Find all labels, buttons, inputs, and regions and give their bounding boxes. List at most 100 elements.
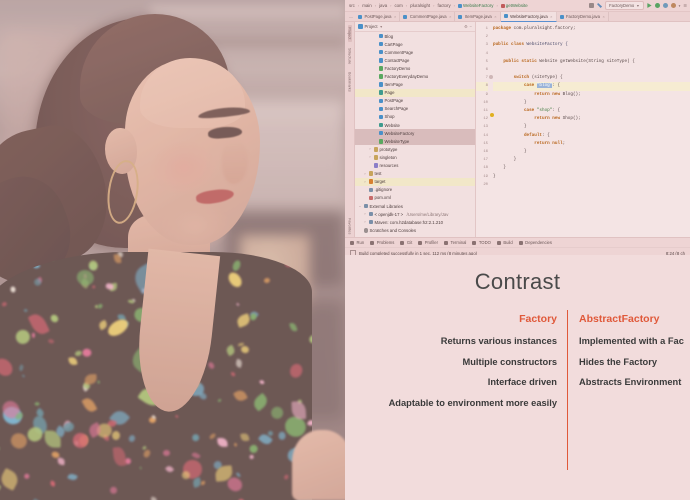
tree-item[interactable]: Shop bbox=[355, 113, 475, 121]
code-line[interactable]: } bbox=[493, 164, 690, 172]
bottom-tab-problems[interactable]: Problems bbox=[370, 240, 394, 245]
tree-item[interactable]: resources bbox=[355, 162, 475, 170]
collapse-icon[interactable]: − bbox=[470, 24, 472, 29]
bottom-tab-dependencies[interactable]: Dependencies bbox=[518, 240, 552, 245]
run-icon[interactable] bbox=[647, 3, 652, 8]
tree-item[interactable]: › test bbox=[355, 170, 475, 178]
menu-icon[interactable]: ☰ bbox=[683, 3, 687, 8]
tree-item[interactable]: › singleton bbox=[355, 153, 475, 161]
code-line[interactable]: } bbox=[493, 156, 690, 164]
code-line[interactable]: public class WebsiteFactory { bbox=[493, 41, 690, 49]
breadcrumb-item-com[interactable]: com bbox=[393, 3, 403, 8]
tool-tab-favorites[interactable]: Favorites bbox=[348, 216, 352, 237]
close-icon[interactable]: × bbox=[602, 14, 604, 19]
bottom-tool-tabs[interactable]: Run Problems Git Profiler Terminal TODO Build D… bbox=[345, 238, 690, 247]
editor-tab-postpage[interactable]: PostPage.java × bbox=[355, 12, 401, 21]
tree-item[interactable]: Blog bbox=[355, 32, 475, 40]
editor-tab-commentpage[interactable]: CommentPage.java × bbox=[400, 12, 456, 21]
tree-item[interactable]: CartPage bbox=[355, 40, 475, 48]
bottom-tab-todo[interactable]: TODO bbox=[472, 240, 491, 245]
bottom-tab-profiler[interactable]: Profiler bbox=[418, 240, 438, 245]
code-content[interactable]: package com.pluralsight.factory; public … bbox=[490, 22, 690, 237]
editor-tab-bar[interactable]: — PostPage.java × CommentPage.java × ItemPage… bbox=[345, 11, 690, 22]
breadcrumb-item-websitefactory[interactable]: WebsiteFactory bbox=[457, 3, 494, 8]
tree-item[interactable]: Page bbox=[355, 88, 475, 97]
tool-tab-project[interactable]: Project bbox=[347, 25, 352, 42]
project-tree[interactable]: Blog CartPage CommentPage ContactPage Factor… bbox=[355, 32, 475, 234]
chevron-right-icon[interactable]: › bbox=[363, 212, 367, 216]
chevron-right-icon[interactable]: › bbox=[368, 147, 372, 151]
breadcrumb[interactable]: src › main › java › com › pluralsight › factory › We… bbox=[348, 3, 529, 8]
tree-item[interactable]: ContactPage bbox=[355, 56, 475, 64]
editor-tab-factorydemo[interactable]: FactoryDemo.java × bbox=[557, 12, 609, 21]
code-line[interactable]: } bbox=[493, 123, 690, 131]
tree-item[interactable]: ItemPage bbox=[355, 81, 475, 89]
bottom-tab-build[interactable]: Build bbox=[496, 240, 513, 245]
tree-item[interactable]: pom.xml bbox=[355, 194, 475, 202]
breadcrumb-item-factory[interactable]: factory bbox=[436, 3, 451, 8]
gutter-run-marker-icon[interactable] bbox=[489, 75, 493, 79]
breadcrumb-item-main[interactable]: main bbox=[361, 3, 373, 8]
code-line[interactable]: case "blog": { bbox=[493, 82, 690, 91]
tool-tab-structure[interactable]: Structure bbox=[348, 46, 352, 66]
tree-item[interactable]: PostPage bbox=[355, 97, 475, 105]
tree-item[interactable]: FactoryEverydayDemo bbox=[355, 72, 475, 80]
tool-window-rail[interactable]: Project Structure Bookmarks Favorites bbox=[345, 22, 355, 237]
tree-item[interactable]: › Maven: com.h2database:h2:2.1.210 bbox=[355, 218, 475, 226]
tree-item[interactable]: Scratches and Consoles bbox=[355, 226, 475, 234]
code-editor[interactable]: 1 2 3 4 5 6 7 8 9 10 11 12 13 14 15 16 17 18 19 20 package … bbox=[476, 22, 690, 237]
chevron-right-icon[interactable]: › bbox=[363, 180, 367, 184]
code-line[interactable]: return new Shop(); bbox=[493, 115, 690, 123]
chevron-right-icon[interactable]: › bbox=[363, 220, 367, 224]
code-line[interactable]: switch (siteType) { bbox=[493, 74, 690, 82]
tree-item[interactable]: › prototype bbox=[355, 145, 475, 153]
tree-item[interactable]: › < openjdk-17 >/Users/me/Library/Jav bbox=[355, 210, 475, 218]
code-line[interactable]: default: { bbox=[493, 132, 690, 140]
code-line[interactable]: } bbox=[493, 148, 690, 156]
code-line[interactable]: } bbox=[493, 99, 690, 107]
coverage-icon[interactable] bbox=[662, 3, 668, 8]
chevron-right-icon[interactable]: › bbox=[363, 172, 367, 176]
settings-icon[interactable]: ⚙ bbox=[464, 24, 468, 29]
tool-tab-bookmarks[interactable]: Bookmarks bbox=[348, 70, 352, 94]
code-line[interactable]: return new Blog(); bbox=[493, 91, 690, 99]
breadcrumb-item-src[interactable]: src bbox=[348, 3, 356, 8]
tree-item[interactable]: .gitignore bbox=[355, 186, 475, 194]
breadcrumb-item-pluralsight[interactable]: pluralsight bbox=[409, 3, 431, 8]
bottom-tab-git[interactable]: Git bbox=[400, 240, 412, 245]
wrench-icon[interactable] bbox=[597, 3, 603, 8]
tree-item[interactable]: FactoryDemo bbox=[355, 64, 475, 72]
code-line[interactable] bbox=[493, 33, 690, 41]
code-line[interactable] bbox=[493, 50, 690, 58]
close-icon[interactable]: × bbox=[494, 14, 496, 19]
tree-item[interactable]: SearchPage bbox=[355, 105, 475, 113]
chevron-right-icon[interactable]: › bbox=[368, 155, 372, 159]
code-line[interactable]: public static Website getWebsite(String … bbox=[493, 58, 690, 66]
code-line[interactable]: package com.pluralsight.factory; bbox=[493, 25, 690, 33]
debug-icon[interactable] bbox=[654, 3, 660, 8]
bottom-tab-terminal[interactable]: Terminal bbox=[444, 240, 466, 245]
bottom-tab-run[interactable]: Run bbox=[350, 240, 364, 245]
close-icon[interactable]: × bbox=[550, 14, 552, 19]
breadcrumb-item-java[interactable]: java bbox=[378, 3, 388, 8]
tab-scroll-icon[interactable]: — bbox=[347, 14, 355, 19]
breadcrumb-item-getwebsite[interactable]: getWebsite bbox=[500, 3, 529, 8]
intention-bulb-icon[interactable] bbox=[490, 113, 494, 117]
tree-item[interactable]: CommentPage bbox=[355, 48, 475, 56]
editor-tab-websitefactory[interactable]: WebsiteFactory.java × bbox=[500, 11, 557, 22]
code-line[interactable] bbox=[493, 181, 690, 189]
git-branch-icon[interactable] bbox=[589, 3, 595, 8]
tree-item[interactable]: ⌄ External Libraries bbox=[355, 202, 475, 210]
tree-item[interactable]: WebsiteFactory bbox=[355, 129, 475, 138]
code-line[interactable]: } bbox=[493, 173, 690, 181]
close-icon[interactable]: × bbox=[449, 14, 451, 19]
project-tree-panel[interactable]: Project ▼ ⚙ − Blog CartPage CommentPage Con… bbox=[355, 22, 476, 237]
code-line[interactable]: return null; bbox=[493, 140, 690, 148]
chevron-down-icon[interactable]: ▼ bbox=[380, 25, 383, 29]
tree-item[interactable]: Website bbox=[355, 121, 475, 129]
close-icon[interactable]: × bbox=[394, 14, 396, 19]
code-line[interactable]: case "shop": { bbox=[493, 107, 690, 115]
chevron-right-icon[interactable]: ⌄ bbox=[358, 204, 362, 208]
tree-item[interactable]: › target bbox=[355, 177, 475, 186]
profile-icon[interactable] bbox=[670, 3, 676, 8]
